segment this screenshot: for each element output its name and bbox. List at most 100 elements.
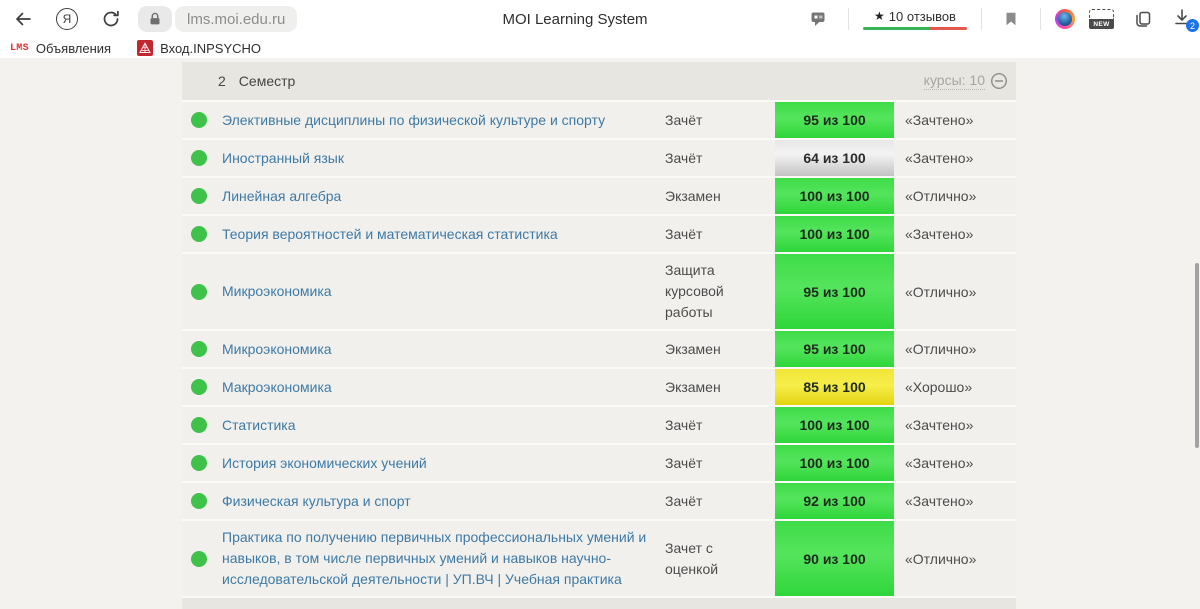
grades-table: 2 Семестр курсы: 10 Элективные дисциплин… (182, 58, 1016, 609)
status-dot-icon (191, 112, 207, 128)
ssl-lock-icon[interactable] (138, 6, 172, 32)
semester-label: Семестр (239, 73, 296, 89)
score-badge: 95 из 100 (775, 254, 894, 329)
score-badge: 90 из 100 (775, 521, 894, 596)
status-cell (182, 216, 222, 252)
tab-title: MOI Learning System (502, 0, 647, 38)
grade-text: «Отлично» (894, 335, 1016, 363)
collapse-minus-icon[interactable] (990, 72, 1008, 90)
grade-text: «Зачтено» (894, 449, 1016, 477)
status-dot-icon (191, 379, 207, 395)
course-row: Макроэкономика Экзамен 85 из 100 «Хорошо… (182, 369, 1016, 407)
downloads-count-badge: 2 (1186, 19, 1199, 32)
grade-text: «Зачтено» (894, 487, 1016, 515)
course-link[interactable]: Микроэкономика (222, 275, 665, 308)
status-cell (182, 369, 222, 405)
score-badge: 100 из 100 (775, 178, 894, 214)
course-link[interactable]: История экономических учений (222, 447, 665, 480)
grade-text: «Зачтено» (894, 220, 1016, 248)
course-link[interactable]: Статистика (222, 409, 665, 442)
assessment-type: Зачёт (665, 447, 775, 480)
grade-text: «Отлично» (894, 182, 1016, 210)
bookmark-item-inpsycho[interactable]: Вход.INPSYCHO (137, 40, 261, 56)
status-cell (182, 483, 222, 519)
address-bar[interactable]: lms.moi.edu.ru (138, 6, 297, 32)
new-badge: NEW (1089, 19, 1114, 29)
bookmark-button[interactable] (996, 4, 1026, 34)
extension-sphere-icon[interactable] (1055, 9, 1075, 29)
score-badge: 85 из 100 (775, 369, 894, 405)
crop-frame-icon (1089, 9, 1114, 19)
assessment-type: Зачет с оценкой (665, 532, 775, 586)
collections-icon (1133, 9, 1153, 29)
semester-number: 2 (218, 73, 226, 89)
course-row: Практика по получению первичных професси… (182, 521, 1016, 598)
course-link[interactable]: Микроэкономика (222, 333, 665, 366)
course-link[interactable]: Линейная алгебра (222, 180, 665, 213)
assessment-type: Экзамен (665, 371, 775, 404)
back-button[interactable] (8, 4, 38, 34)
status-dot-icon (191, 150, 207, 166)
course-row: История экономических учений Зачёт 100 и… (182, 445, 1016, 483)
course-link[interactable]: Иностранный язык (222, 142, 665, 175)
status-dot-icon (191, 493, 207, 509)
status-cell (182, 254, 222, 329)
pyramid-logo-icon (137, 40, 153, 56)
course-link[interactable]: Теория вероятностей и математическая ста… (222, 218, 665, 251)
page-content: 2 Семестр курсы: 10 Элективные дисциплин… (0, 58, 1200, 609)
course-link[interactable]: Физическая культура и спорт (222, 485, 665, 518)
grade-text: «Отлично» (894, 278, 1016, 306)
score-badge: 95 из 100 (775, 331, 894, 367)
courses-count-link[interactable]: курсы: 10 (924, 72, 985, 90)
status-cell (182, 140, 222, 176)
course-link[interactable]: Практика по получению первичных професси… (222, 521, 665, 596)
assessment-type: Экзамен (665, 180, 775, 213)
assessment-type: Зачёт (665, 409, 775, 442)
reviews-rating-bar (863, 27, 967, 30)
vertical-scrollbar-thumb[interactable] (1195, 263, 1199, 448)
collections-button[interactable] (1128, 4, 1158, 34)
course-link[interactable]: Элективные дисциплины по физической куль… (222, 104, 665, 137)
course-row: Физическая культура и спорт Зачёт 92 из … (182, 483, 1016, 521)
bookmark-label: Объявления (36, 41, 111, 56)
toolbar-right-icons: ★ 10 отзывов NEW 2 (804, 4, 1192, 34)
bookmark-item-announcements[interactable]: LMS Объявления (10, 41, 111, 56)
reviews-button[interactable]: ★ 10 отзывов (863, 9, 967, 30)
status-dot-icon (191, 284, 207, 300)
status-dot-icon (191, 551, 207, 567)
url-field[interactable]: lms.moi.edu.ru (175, 6, 297, 32)
courses-toggle[interactable]: курсы: 10 (924, 72, 1008, 90)
bookmark-label: Вход.INPSYCHO (160, 41, 261, 56)
feedback-button[interactable] (804, 4, 834, 34)
score-badge: 64 из 100 (775, 140, 894, 176)
course-row: Линейная алгебра Экзамен 100 из 100 «Отл… (182, 178, 1016, 216)
bookmarks-bar: LMS Объявления Вход.INPSYCHO (0, 38, 1200, 58)
status-dot-icon (191, 341, 207, 357)
grade-text: «Отлично» (894, 545, 1016, 573)
score-badge: 100 из 100 (775, 445, 894, 481)
course-row: Элективные дисциплины по физической куль… (182, 102, 1016, 140)
score-badge: 100 из 100 (775, 407, 894, 443)
assessment-type: Зачёт (665, 142, 775, 175)
grade-text: «Зачтено» (894, 144, 1016, 172)
browser-toolbar: Я lms.moi.edu.ru MOI Learning System ★ 1… (0, 0, 1200, 38)
reviews-label: 10 отзывов (889, 9, 956, 24)
course-row: Теория вероятностей и математическая ста… (182, 216, 1016, 254)
downloads-button[interactable]: 2 (1172, 7, 1194, 31)
toolbar-divider (1040, 8, 1041, 30)
screenshot-new-icon[interactable]: NEW (1089, 9, 1114, 29)
chat-bubble-icon (809, 9, 829, 29)
yandex-home-button[interactable]: Я (52, 4, 82, 34)
status-dot-icon (191, 455, 207, 471)
refresh-icon (101, 9, 121, 29)
back-arrow-icon (13, 9, 33, 29)
course-row: Статистика Зачёт 100 из 100 «Зачтено» (182, 407, 1016, 445)
status-cell (182, 102, 222, 138)
yandex-logo-icon: Я (56, 8, 78, 30)
course-row: Микроэкономика Защита курсовой работы 95… (182, 254, 1016, 331)
course-link[interactable]: Макроэкономика (222, 371, 665, 404)
refresh-button[interactable] (96, 4, 126, 34)
assessment-type: Зачёт (665, 104, 775, 137)
assessment-type: Зачёт (665, 218, 775, 251)
semester-footer: 3 Семестр курсы: 10 (182, 598, 1016, 609)
